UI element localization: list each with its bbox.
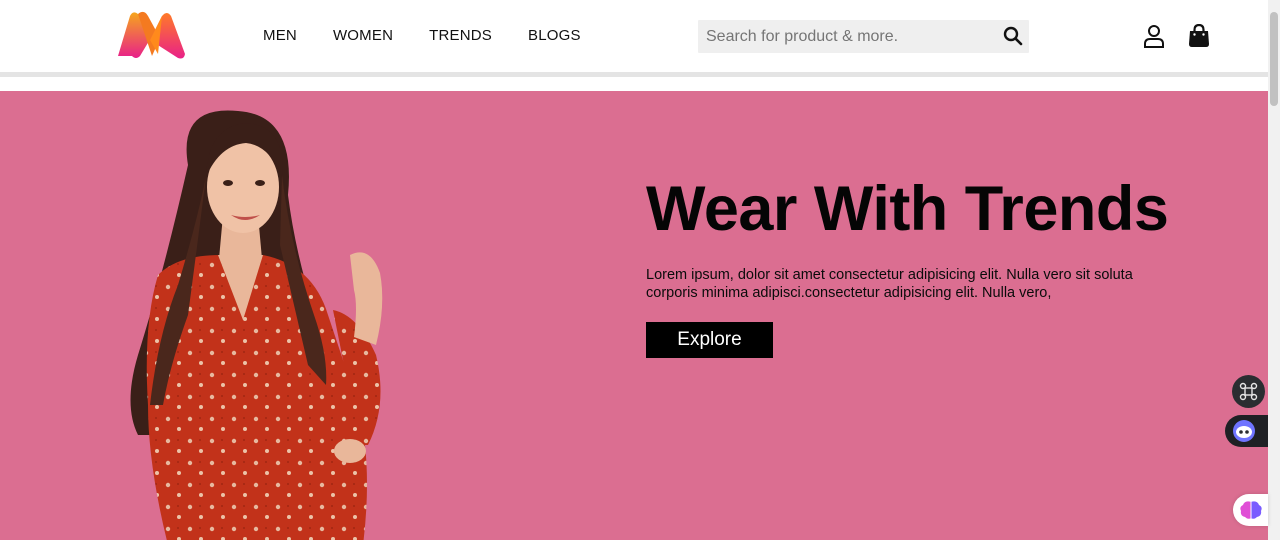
- shopping-bag-icon[interactable]: [1188, 24, 1210, 48]
- hero-banner: Wear With Trends Lorem ipsum, dolor sit …: [0, 91, 1268, 540]
- scrollbar-thumb[interactable]: [1270, 12, 1278, 106]
- explore-button[interactable]: Explore: [646, 322, 773, 358]
- hero-description: Lorem ipsum, dolor sit amet consectetur …: [646, 267, 1133, 301]
- search-input[interactable]: [698, 20, 996, 53]
- assistant-button[interactable]: [1225, 415, 1268, 447]
- main-nav: MEN WOMEN TRENDS BLOGS: [263, 27, 617, 44]
- nav-item-women[interactable]: WOMEN: [333, 27, 393, 44]
- brain-button[interactable]: [1233, 494, 1268, 526]
- nav-item-men[interactable]: MEN: [263, 27, 297, 44]
- woman-in-red-floral-dress-image: [130, 110, 383, 540]
- header-divider: [0, 72, 1268, 77]
- nav-item-blogs[interactable]: BLOGS: [528, 27, 581, 44]
- assistant-bot-icon: [1233, 420, 1255, 442]
- hero-title: Wear With Trends: [646, 174, 1169, 244]
- brain-icon: [1240, 501, 1262, 519]
- command-button[interactable]: [1232, 375, 1265, 408]
- page-scrollbar[interactable]: [1268, 0, 1280, 540]
- user-icon[interactable]: [1142, 24, 1166, 48]
- command-icon: [1239, 382, 1258, 401]
- search-icon[interactable]: [1003, 26, 1023, 46]
- site-header: MEN WOMEN TRENDS BLOGS: [0, 0, 1268, 72]
- myntra-logo-icon[interactable]: [116, 10, 188, 62]
- nav-item-trends[interactable]: TRENDS: [429, 27, 492, 44]
- search-bar: [698, 20, 1029, 53]
